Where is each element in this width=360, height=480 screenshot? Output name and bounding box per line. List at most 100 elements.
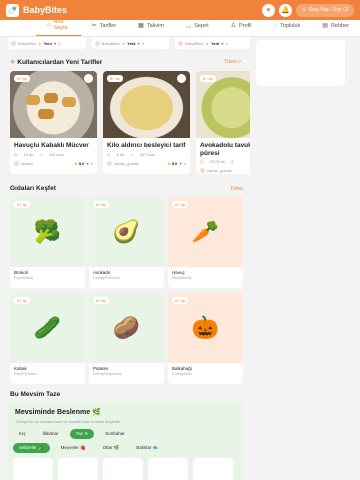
food-name: Avokado bbox=[93, 270, 111, 275]
season-item-card[interactable] bbox=[103, 458, 143, 480]
food-image: 6+ ay 🎃 bbox=[168, 293, 243, 363]
food-name: Patates bbox=[93, 366, 109, 371]
brand-name[interactable]: BabyBites bbox=[23, 5, 67, 15]
recipe-meta: ◷ 20-25 dk 3 bbox=[196, 157, 250, 164]
food-card[interactable]: 6+ ay 🎃 Balkabağı Ezilmiş/Dilim bbox=[168, 293, 243, 384]
recipe-image: 6+ ay ♡ bbox=[10, 71, 97, 138]
season-tab-summer[interactable]: Yaz ☀ bbox=[69, 429, 95, 439]
recipe-time: 15 dk bbox=[23, 152, 34, 157]
recipe-card[interactable]: 6+ ay ♡ Havuçlu Kabaklı Mücver ◷ 15 dk ♨ 1… bbox=[10, 71, 97, 174]
nav-label: Tarifler bbox=[99, 22, 117, 29]
strip-card[interactable]: BabyBites ★ Yeni ♥ 0 bbox=[91, 37, 170, 49]
see-all-recipes-link[interactable]: Tümü > bbox=[224, 59, 241, 65]
avatar bbox=[14, 161, 19, 166]
food-card[interactable]: 6+ ay 🥕 Havuç Pişirilebilmiş bbox=[168, 197, 243, 288]
nav-label: Profil bbox=[238, 22, 252, 29]
season-item-card[interactable] bbox=[148, 458, 188, 480]
strip-likes: 0 bbox=[58, 40, 61, 46]
nav-recipes[interactable]: ✂ Tarifler bbox=[81, 19, 128, 36]
recipe-kcal: 307 kcal bbox=[139, 152, 155, 157]
login-label: Giriş Yap / Üye Ol bbox=[308, 7, 348, 13]
heart-icon: ♥ bbox=[137, 40, 140, 46]
strip-score: Yeni bbox=[127, 40, 136, 46]
utensils-icon: ✂ bbox=[91, 23, 97, 29]
recipe-score: 5.0 bbox=[78, 161, 85, 166]
recipe-likes: 4 bbox=[183, 161, 186, 166]
chat-icon: ◌ bbox=[273, 22, 278, 29]
recipe-user: canan_gokalp bbox=[114, 161, 139, 166]
nav-profile[interactable]: ♙ Profil bbox=[220, 19, 263, 36]
recipe-time: 20-25 dk bbox=[209, 159, 226, 164]
heart-icon[interactable]: ♡ bbox=[84, 74, 93, 83]
nav-community[interactable]: ◌ Topluluk bbox=[263, 19, 312, 36]
see-all-foods-link[interactable]: Tümü bbox=[230, 186, 243, 192]
food-category: Pişirilebilmiş bbox=[172, 276, 192, 280]
season-item-card[interactable] bbox=[58, 458, 98, 480]
home-icon: ⌂ bbox=[47, 22, 51, 28]
food-category: Ezilmiş/Pürüzsüz bbox=[93, 276, 120, 280]
clock-icon: ◷ bbox=[200, 159, 204, 164]
section-title-new-recipes: ✧ Kullanıcılardan Yeni Tarifler bbox=[10, 58, 102, 66]
recipe-card[interactable]: 6+ ay Avokadolu tavuk püresi ◷ 20-25 dk 3… bbox=[196, 71, 250, 174]
strip-user: BabyBites bbox=[101, 40, 120, 46]
age-badge: 6+ ay bbox=[14, 75, 30, 82]
book-icon: ▤ bbox=[322, 23, 328, 29]
star-icon: ★ bbox=[167, 161, 171, 166]
strip-card[interactable]: BabyBites ★ Yeni ♥ 0 bbox=[8, 37, 86, 49]
category-tab-fish[interactable]: Balıklar 🐟 bbox=[130, 443, 164, 453]
season-tabs: Kış İlkbahar Yaz ☀ Sonbahar bbox=[13, 429, 131, 439]
main-content: BabyBites ★ Yeni ♥ 0 BabyBites ★ Yeni ♥ 0 BabyBi… bbox=[0, 37, 250, 480]
flame-icon: ♨ bbox=[39, 152, 43, 157]
season-tab-autumn[interactable]: Sonbahar bbox=[99, 429, 131, 439]
food-category: Pişirilebilmiş bbox=[14, 276, 34, 280]
season-subtitle: Türkiye'de bu mevsim taze ve lezzetli ol… bbox=[15, 419, 121, 424]
category-tab-vegetables[interactable]: Sebzeler 🥦 bbox=[13, 443, 50, 453]
food-card[interactable]: 6+ ay 🥦 Brokoli Pişirilebilmiş bbox=[10, 197, 85, 288]
nav-home[interactable]: ⌂ Ana Sayfa bbox=[36, 19, 81, 36]
category-tab-fruits[interactable]: Meyveler 🍓 bbox=[55, 443, 92, 453]
recipe-score: 5.0 bbox=[171, 161, 178, 166]
recipe-footer: canan_gokalp bbox=[196, 164, 250, 173]
recipe-title: Kilo aldırıcı besleyici tarif bbox=[107, 142, 186, 149]
logo-icon[interactable]: 🍼 bbox=[6, 3, 19, 17]
nav-calendar[interactable]: ▦ Takvim bbox=[127, 19, 175, 36]
season-tab-winter[interactable]: Kış bbox=[13, 429, 32, 439]
nav-label: Ana Sayfa bbox=[53, 19, 68, 31]
strip-score: Yeni bbox=[43, 40, 52, 46]
notification-bell-icon[interactable]: 🔔 bbox=[278, 3, 292, 17]
season-tab-spring[interactable]: İlkbahar bbox=[37, 429, 65, 439]
favorites-heart-icon[interactable]: ♥ bbox=[261, 3, 275, 17]
nav-cart[interactable]: ◡ Sepet bbox=[175, 19, 220, 36]
recipe-title: Havuçlu Kabaklı Mücver bbox=[14, 142, 89, 149]
heart-icon: ♥ bbox=[221, 40, 224, 46]
category-tab-herbs[interactable]: Otlar 🌿 bbox=[97, 443, 126, 453]
avatar bbox=[200, 168, 205, 173]
heart-icon[interactable]: ♡ bbox=[177, 74, 186, 83]
main-nav: ⌂ Ana Sayfa ✂ Tarifler ▦ Takvim ◡ Sepet ♙ Pro… bbox=[0, 19, 360, 37]
avocado-icon: 🥑 bbox=[112, 219, 141, 244]
nav-guide[interactable]: ▤ Rehber bbox=[311, 19, 360, 36]
nav-label: Sepet bbox=[194, 22, 209, 29]
login-button[interactable]: ♙ Giriş Yap / Üye Ol bbox=[295, 3, 354, 17]
season-item-card[interactable] bbox=[13, 458, 53, 480]
user-icon: ♙ bbox=[301, 7, 307, 13]
nav-label: Topluluk bbox=[280, 22, 301, 29]
season-title: Mevsiminde Beslenme 🌿 bbox=[15, 409, 101, 416]
food-card[interactable]: 6+ ay 🥒 Kabak Püre/Pürüzsüz bbox=[10, 293, 85, 384]
recipe-image: 6+ ay ♡ bbox=[103, 71, 190, 138]
age-badge: 6+ ay bbox=[93, 297, 109, 304]
recipe-kcal: 119 kcal bbox=[48, 152, 64, 157]
recipe-user: seyfan bbox=[21, 161, 33, 166]
strip-likes: 0 bbox=[141, 40, 145, 46]
strip-card[interactable]: BabyBites ★ Yeni ♥ 0 bbox=[175, 37, 250, 49]
season-item-card[interactable] bbox=[193, 458, 233, 480]
age-badge: 6+ ay bbox=[172, 297, 188, 304]
food-category: Ezilmiş/Dilim bbox=[172, 372, 192, 376]
recipe-card[interactable]: 6+ ay ♡ Kilo aldırıcı besleyici tarif ◷ 5… bbox=[103, 71, 190, 174]
top-bar: 🍼 BabyBites ♥ 🔔 ♙ Giriş Yap / Üye Ol bbox=[0, 0, 360, 20]
food-card[interactable]: 6+ ay 🥑 Avokado Ezilmiş/Pürüzsüz bbox=[89, 197, 164, 288]
recipe-strip: BabyBites ★ Yeni ♥ 0 BabyBites ★ Yeni ♥ 0 BabyBi… bbox=[8, 37, 250, 49]
age-badge: 6+ ay bbox=[200, 75, 216, 82]
recipe-meta: ◷ 5 dk ♨ 307 kcal bbox=[103, 149, 190, 157]
food-card[interactable]: 6+ ay 🥔 Patates Ezilmiş/Haşlanmış bbox=[89, 293, 164, 384]
